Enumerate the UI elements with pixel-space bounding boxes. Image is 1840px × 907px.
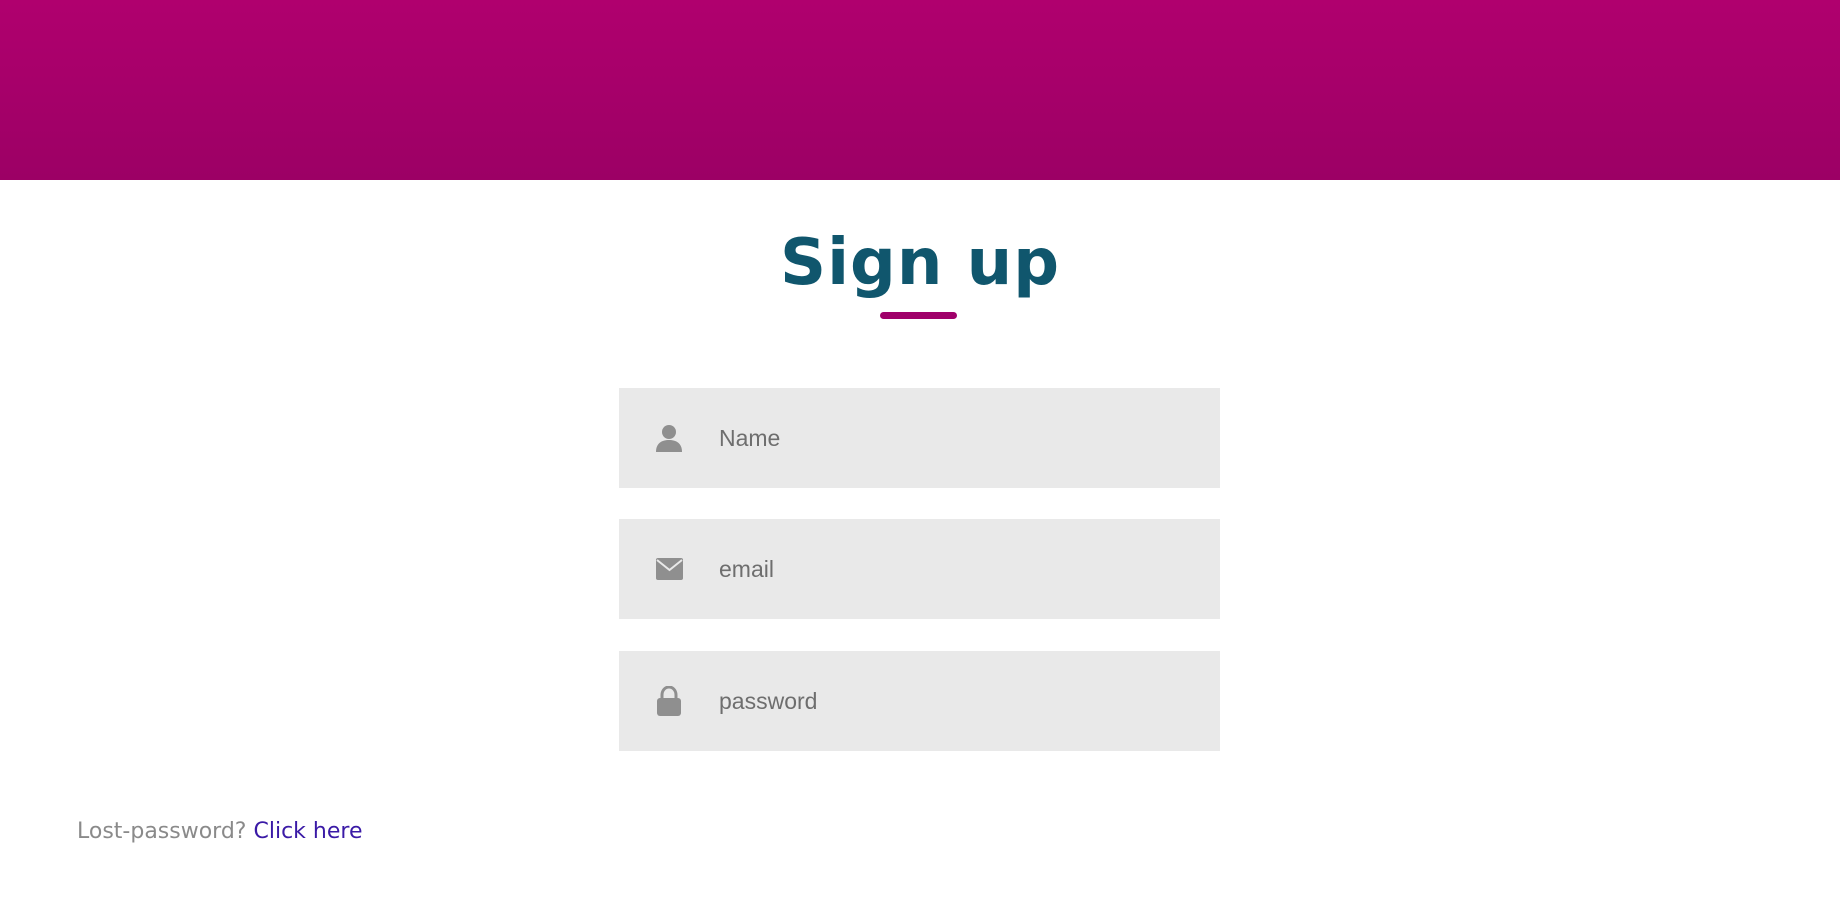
page-title: Sign up	[779, 226, 1061, 300]
password-input[interactable]	[719, 651, 1199, 751]
name-field[interactable]	[619, 388, 1220, 488]
password-field[interactable]	[619, 651, 1220, 751]
user-icon	[655, 422, 683, 454]
signup-page: Sign up Lost-password?	[0, 0, 1840, 907]
top-banner	[0, 0, 1840, 180]
name-input[interactable]	[719, 388, 1199, 488]
email-input[interactable]	[719, 519, 1199, 619]
title-underline	[880, 312, 957, 319]
lock-icon	[655, 685, 683, 717]
email-field[interactable]	[619, 519, 1220, 619]
lost-password-prompt: Lost-password?	[77, 819, 247, 844]
lost-password-link[interactable]: Click here	[253, 819, 362, 844]
lost-password-line: Lost-password? Click here	[77, 817, 362, 847]
envelope-icon	[655, 553, 683, 585]
